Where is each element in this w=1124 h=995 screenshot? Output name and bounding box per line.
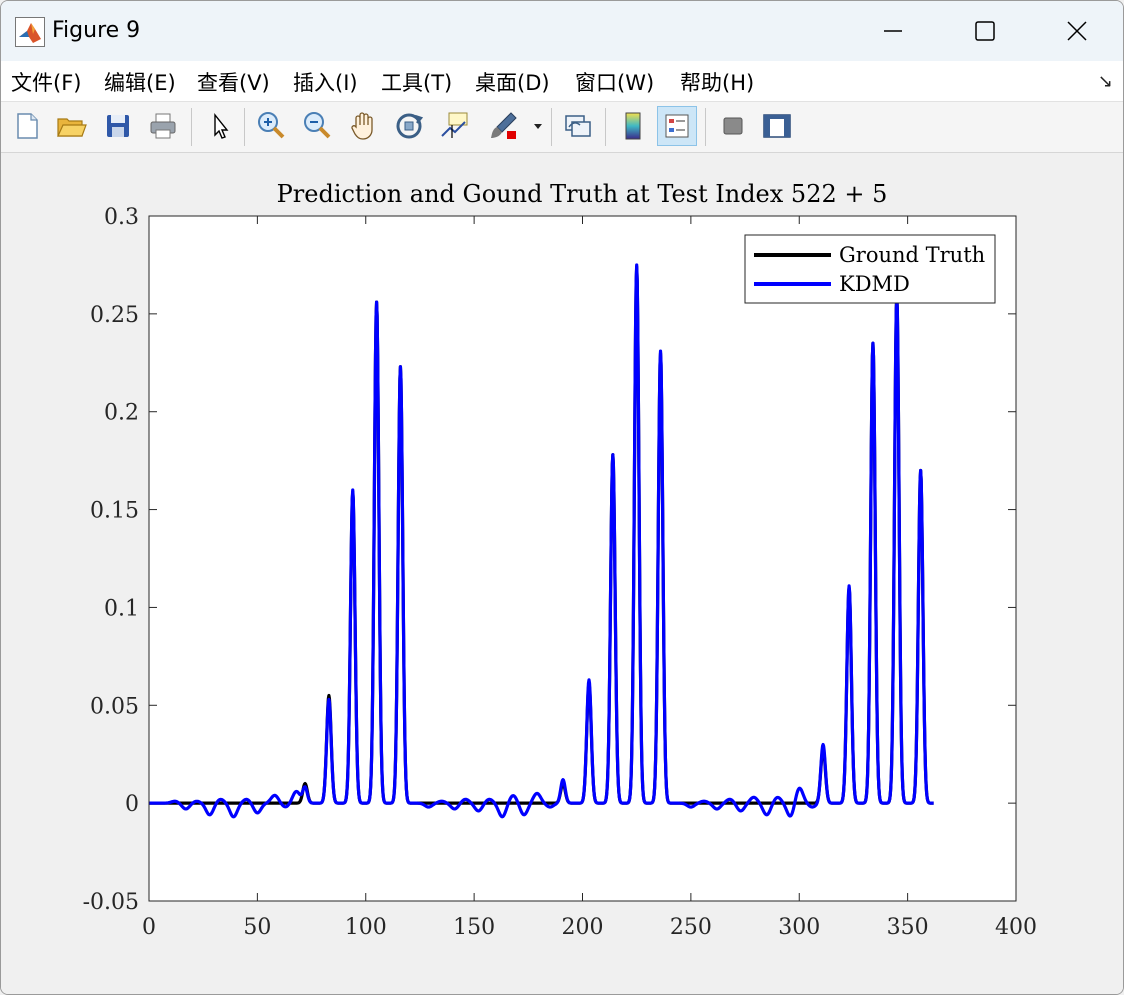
legend-icon[interactable] <box>657 106 697 146</box>
toolbar-separator <box>705 108 706 146</box>
chart-title: Prediction and Gound Truth at Test Index… <box>277 180 888 208</box>
chart-svg: 0 50 100 150 200 250 300 350 400 -0.0500.050.10.… <box>83 180 1037 940</box>
matlab-logo-icon <box>15 17 45 47</box>
menu-edit[interactable]: 编辑(E) <box>104 67 176 97</box>
x-tick-label: 200 <box>562 915 604 940</box>
x-tick-label: 150 <box>453 915 495 940</box>
maximize-button[interactable] <box>939 1 1031 61</box>
y-tick-label: 0.05 <box>90 694 139 719</box>
menu-file[interactable]: 文件(F) <box>11 67 81 97</box>
toolbar-separator <box>551 108 552 146</box>
menu-insert[interactable]: 插入(I) <box>293 67 358 97</box>
toolbar-separator <box>605 108 606 146</box>
close-button[interactable] <box>1031 1 1123 61</box>
title-bar[interactable]: Figure 9 <box>1 1 1123 61</box>
figure-canvas: 0 50 100 150 200 250 300 350 400 -0.05 0 0.05 0.1 0.… <box>1 153 1123 994</box>
colorbar-icon[interactable] <box>613 106 653 146</box>
edit-plot-arrow-icon[interactable] <box>200 106 240 146</box>
x-tick-label: 350 <box>887 915 929 940</box>
link-plot-icon[interactable] <box>558 106 598 146</box>
menu-view[interactable]: 查看(V) <box>197 67 270 97</box>
figure-window: Figure 9 文件(F) 编辑(E) 查看(V) 插入(I) 工具(T) 桌… <box>0 0 1124 995</box>
y-tick-label: -0.05 <box>83 890 139 915</box>
new-figure-icon[interactable] <box>7 106 47 146</box>
y-tick-label: 0.3 <box>104 205 139 230</box>
window-title: Figure 9 <box>52 18 141 43</box>
menu-window[interactable]: 窗口(W) <box>575 67 654 97</box>
open-file-icon[interactable] <box>51 106 91 146</box>
toolbar-separator <box>191 108 192 146</box>
rotate-3d-icon[interactable] <box>389 106 429 146</box>
x-tick-label: 100 <box>345 915 387 940</box>
x-tick-label: 250 <box>670 915 712 940</box>
legend-label-ground-truth: Ground Truth <box>839 243 985 267</box>
minimize-icon <box>884 30 902 32</box>
menu-help[interactable]: 帮助(H) <box>680 67 754 97</box>
data-cursor-icon[interactable] <box>435 106 475 146</box>
y-tick-label: 0.1 <box>104 596 139 621</box>
save-icon[interactable] <box>98 106 138 146</box>
y-tick-label: 0.15 <box>90 499 139 524</box>
print-icon[interactable] <box>143 106 183 146</box>
x-tick-label: 0 <box>142 915 156 940</box>
show-plot-tools-icon[interactable] <box>757 106 797 146</box>
maximize-icon <box>975 21 995 41</box>
y-tick-label: 0 <box>125 792 139 817</box>
menu-tools[interactable]: 工具(T) <box>381 67 452 97</box>
figure-toolbar <box>1 102 1123 153</box>
menu-bar: 文件(F) 编辑(E) 查看(V) 插入(I) 工具(T) 桌面(D) 窗口(W… <box>1 61 1123 102</box>
menu-desktop[interactable]: 桌面(D) <box>475 67 550 97</box>
legend-label-kdmd: KDMD <box>839 272 910 296</box>
zoom-in-icon[interactable] <box>251 106 291 146</box>
hide-plot-tools-icon[interactable] <box>713 106 753 146</box>
legend[interactable]: Ground Truth KDMD <box>744 234 996 304</box>
brush-dropdown-icon[interactable] <box>533 122 545 132</box>
zoom-out-icon[interactable] <box>297 106 337 146</box>
dock-arrow-icon[interactable]: ↘ <box>1098 71 1113 92</box>
x-tick-label: 300 <box>778 915 820 940</box>
brush-icon[interactable] <box>483 106 523 146</box>
y-tick-label: 0.2 <box>104 401 139 426</box>
x-tick-label: 50 <box>243 915 271 940</box>
y-tick-label: 0.25 <box>90 303 139 328</box>
minimize-button[interactable] <box>847 1 939 61</box>
pan-hand-icon[interactable] <box>343 106 383 146</box>
close-icon <box>1067 21 1087 41</box>
x-tick-label: 400 <box>995 915 1037 940</box>
toolbar-separator <box>244 108 245 146</box>
